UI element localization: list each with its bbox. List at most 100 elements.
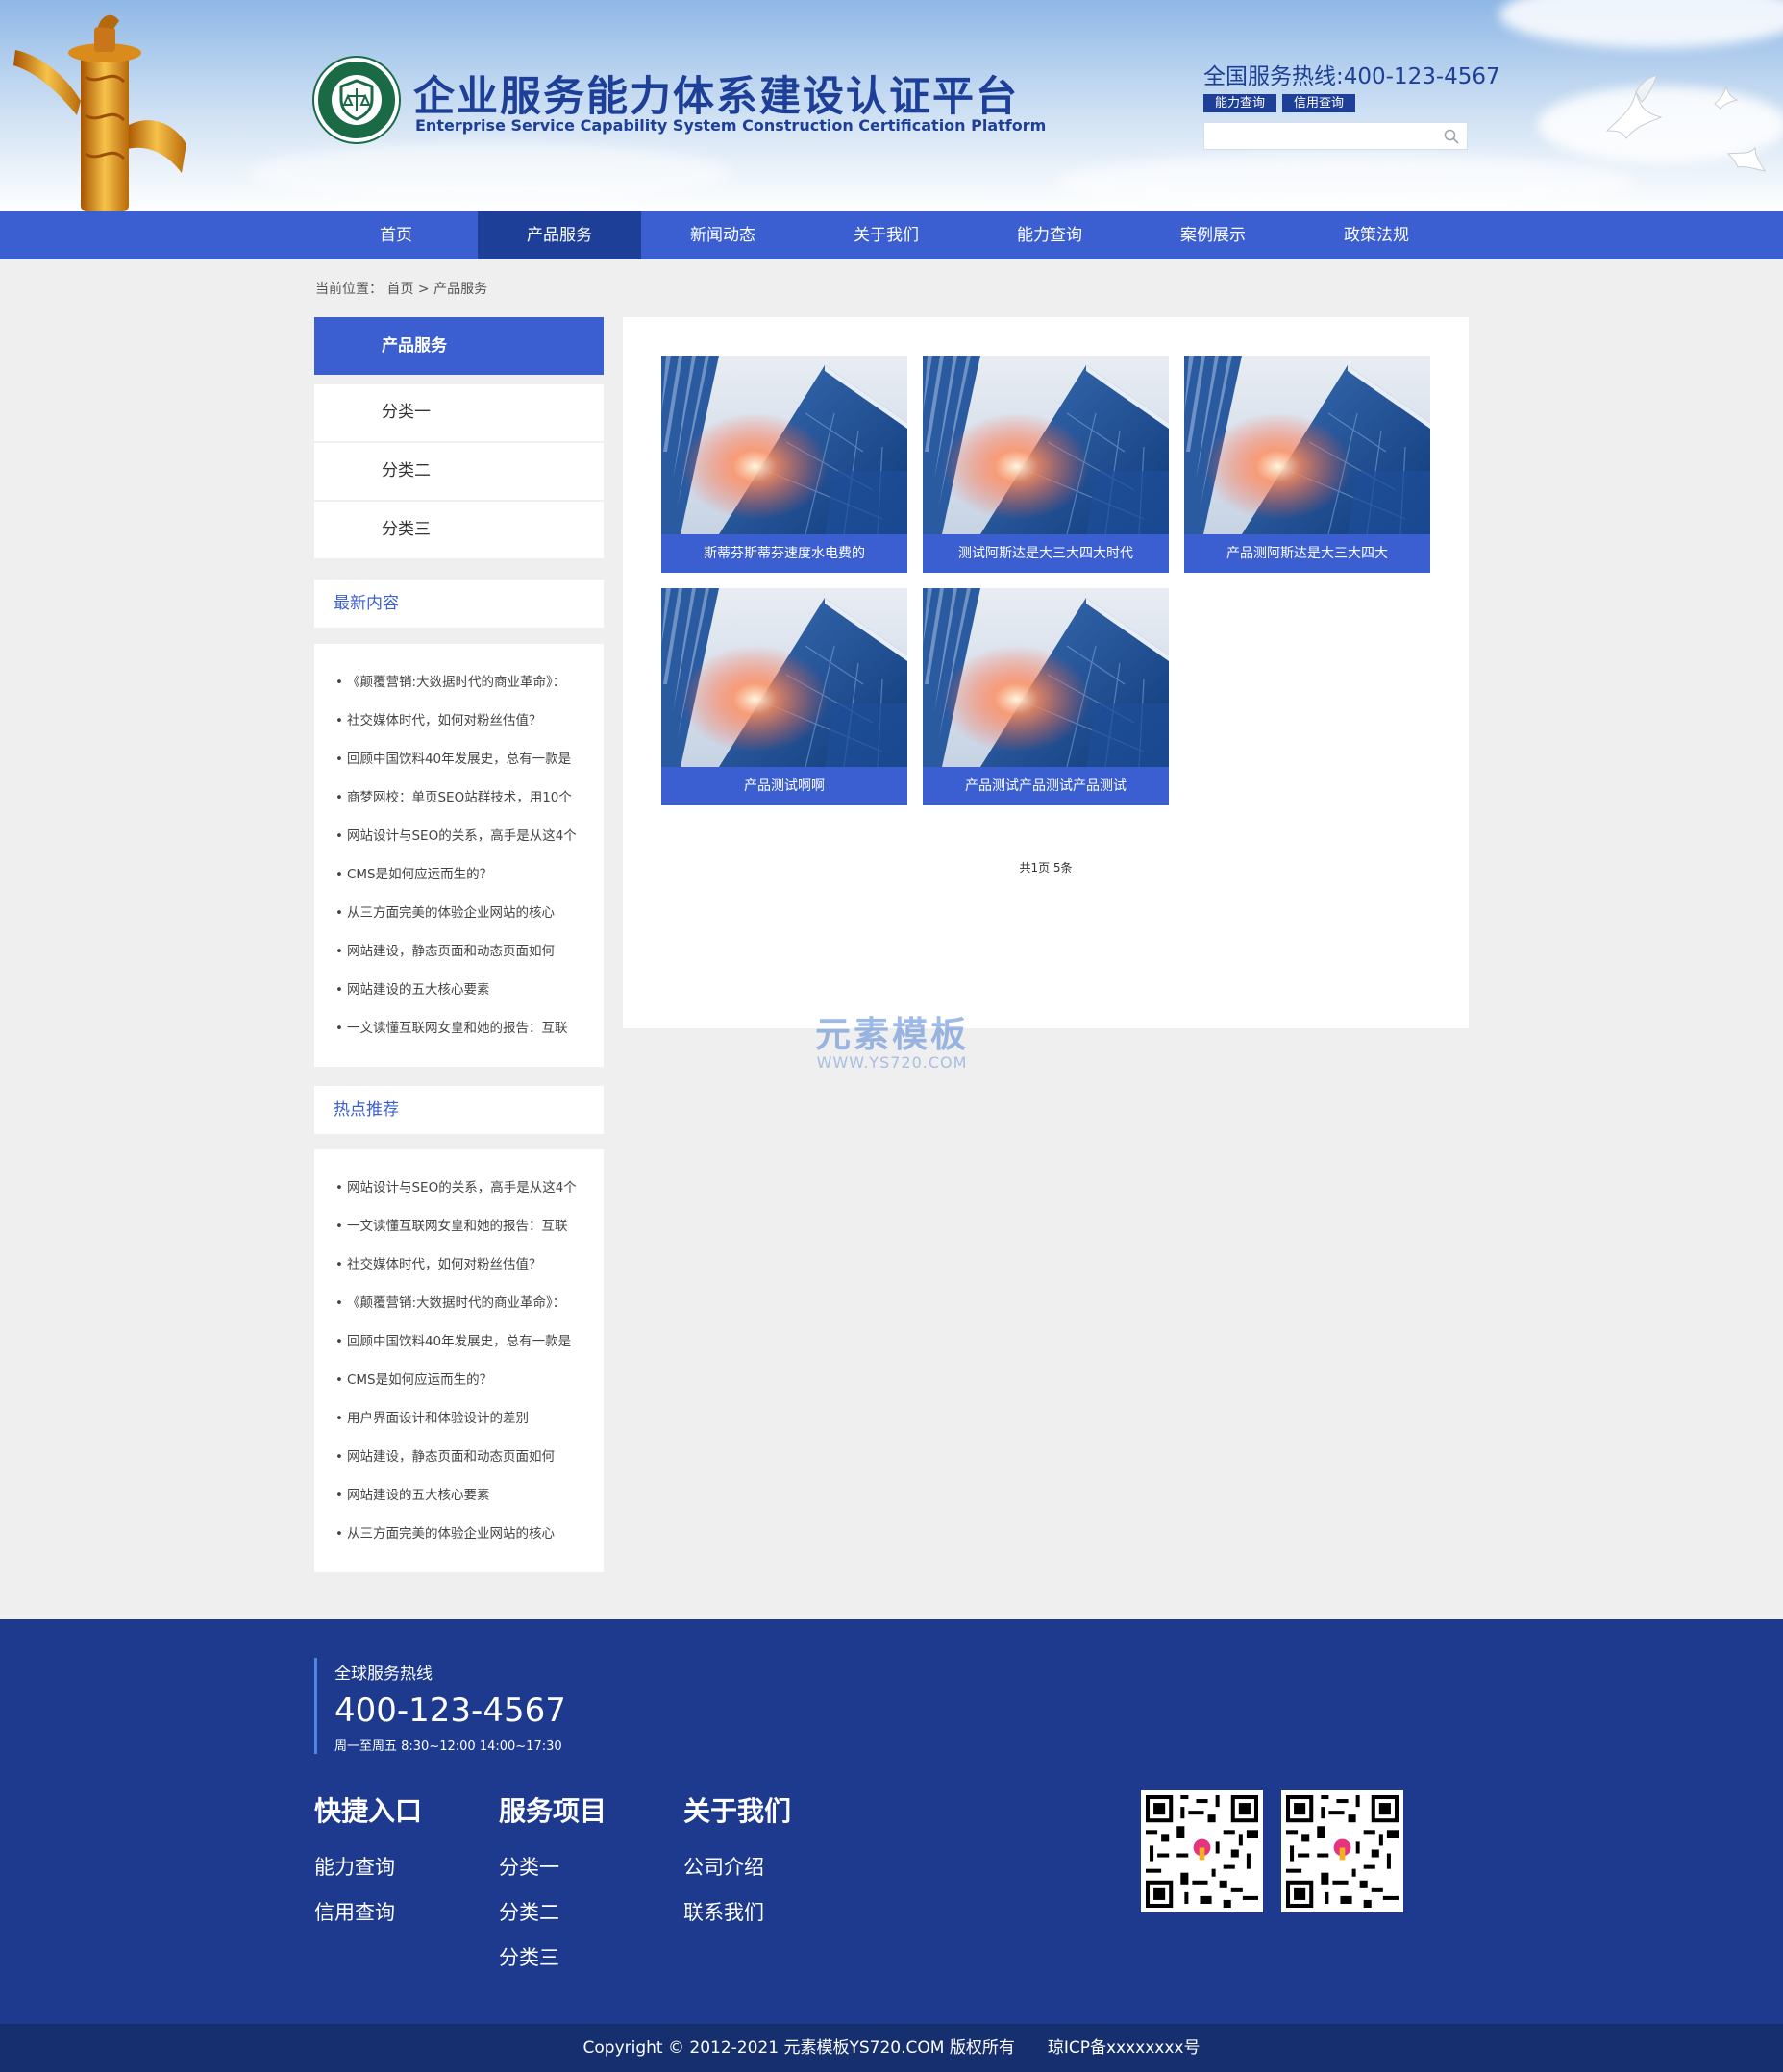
list-item[interactable]: 商梦网校：单页SEO站群技术，用10个 <box>314 778 604 817</box>
list-item[interactable]: 网站设计与SEO的关系，高手是从这4个 <box>314 817 604 855</box>
list-item[interactable]: 网站建设，静态页面和动态页面如何 <box>314 932 604 971</box>
footer-link[interactable]: 分类二 <box>499 1897 607 1942</box>
footer-link[interactable]: 信用查询 <box>314 1897 422 1942</box>
nav-policies[interactable]: 政策法规 <box>1295 211 1458 259</box>
qr-code <box>1281 1790 1403 1912</box>
list-item[interactable]: 社交媒体时代，如何对粉丝估值？ <box>314 1246 604 1284</box>
footer-link[interactable]: 联系我们 <box>683 1897 791 1942</box>
seal-inner <box>332 75 382 125</box>
footer-col-quick-entry: 快捷入口 能力查询 信用查询 <box>314 1790 422 1942</box>
building-photo-icon <box>923 356 1169 534</box>
header-quick-buttons: 能力查询 信用查询 <box>1203 94 1356 112</box>
site-subtitle: Enterprise Service Capability System Con… <box>415 116 1047 135</box>
latest-content-list: 《颠覆营销:大数据时代的商业革命》： 社交媒体时代，如何对粉丝估值？ 回顾中国饮… <box>314 644 604 1067</box>
list-item[interactable]: 网站建设的五大核心要素 <box>314 1476 604 1515</box>
list-item[interactable]: 回顾中国饮料40年发展史，总有一款是 <box>314 1322 604 1361</box>
icp-number[interactable]: 琼ICP备xxxxxxxx号 <box>1048 2038 1201 2058</box>
watermark: 元素模板 WWW.YS720.COM <box>815 1005 969 1072</box>
main-nav: 首页 产品服务 新闻动态 关于我们 能力查询 案例展示 政策法规 <box>0 211 1783 259</box>
building-photo-icon <box>923 588 1169 767</box>
dove-icon <box>1726 146 1766 172</box>
product-card[interactable]: 产品测阿斯达是大三大四大 <box>1184 356 1430 573</box>
sidebar-item-category-3[interactable]: 分类三 <box>314 502 604 558</box>
product-card[interactable]: 产品测试啊啊 <box>661 588 907 805</box>
shield-scale-icon <box>339 79 374 121</box>
dove-icon <box>1605 74 1663 139</box>
copyright-bar: Copyright © 2012-2021 元素模板YS720.COM 版权所有… <box>0 2024 1783 2072</box>
watermark-text: 元素模板 <box>815 1014 969 1055</box>
qr-code-icon <box>1286 1795 1399 1908</box>
footer-link[interactable]: 能力查询 <box>314 1852 422 1897</box>
list-item[interactable]: 一文读懂互联网女皇和她的报告：互联 <box>314 1009 604 1048</box>
nav-news[interactable]: 新闻动态 <box>641 211 805 259</box>
list-item[interactable]: 从三方面完美的体验企业网站的核心 <box>314 1515 604 1553</box>
header-hotline: 全国服务热线:400-123-4567 <box>1203 64 1500 89</box>
list-item[interactable]: CMS是如何应运而生的？ <box>314 1361 604 1399</box>
latest-content-title: 最新内容 <box>314 580 604 628</box>
footer-col-title: 快捷入口 <box>314 1795 423 1827</box>
list-item[interactable]: CMS是如何应运而生的？ <box>314 855 604 894</box>
watermark-url: WWW.YS720.COM <box>816 1053 968 1072</box>
sidebar-section-title[interactable]: 产品服务 <box>314 317 604 375</box>
search-input[interactable] <box>1204 123 1435 149</box>
cloud-decoration <box>1057 154 1634 211</box>
building-photo-icon <box>1184 356 1430 534</box>
product-list-panel: 斯蒂芬斯蒂芬速度水电费的 测试阿斯达是大三大四大时代 产品测阿斯达是大三大四大 … <box>623 317 1469 1028</box>
hot-recommend-title: 热点推荐 <box>314 1086 604 1134</box>
credit-query-button[interactable]: 信用查询 <box>1282 94 1356 112</box>
qr-code <box>1141 1790 1263 1912</box>
search-box <box>1203 122 1468 150</box>
site-header: 企业服务能力体系建设认证平台 Enterprise Service Capabi… <box>0 0 1783 211</box>
product-card[interactable]: 产品测试产品测试产品测试 <box>923 588 1169 805</box>
footer-hotline: 全球服务热线 400-123-4567 周一至周五 8:30~12:00 14:… <box>314 1658 566 1754</box>
list-item[interactable]: 《颠覆营销:大数据时代的商业革命》： <box>314 663 604 702</box>
product-card[interactable]: 斯蒂芬斯蒂芬速度水电费的 <box>661 356 907 573</box>
certification-seal-logo[interactable] <box>314 58 399 142</box>
product-caption[interactable]: 产品测阿斯达是大三大四大 <box>1184 534 1430 573</box>
list-item[interactable]: 《颠覆营销:大数据时代的商业革命》： <box>314 1284 604 1322</box>
breadcrumb[interactable]: 当前位置： 首页 > 产品服务 <box>315 279 487 298</box>
dove-icon <box>1714 86 1738 110</box>
product-caption[interactable]: 产品测试啊啊 <box>661 767 907 805</box>
product-caption[interactable]: 产品测试产品测试产品测试 <box>923 767 1169 805</box>
building-photo-icon <box>661 588 907 767</box>
search-icon[interactable] <box>1444 129 1459 144</box>
hot-recommend-list: 网站设计与SEO的关系，高手是从这4个 一文读懂互联网女皇和她的报告：互联 社交… <box>314 1149 604 1572</box>
footer-hotline-label: 全球服务热线 <box>334 1665 433 1684</box>
footer-link[interactable]: 公司介绍 <box>683 1852 791 1897</box>
cloud-decoration <box>1499 0 1783 48</box>
qr-code-icon <box>1146 1795 1258 1908</box>
footer-col-about: 关于我们 公司介绍 联系我们 <box>683 1790 791 1942</box>
huabiao-pillar-icon <box>13 14 186 211</box>
list-item[interactable]: 回顾中国饮料40年发展史，总有一款是 <box>314 740 604 778</box>
list-item[interactable]: 网站建设，静态页面和动态页面如何 <box>314 1438 604 1476</box>
copyright-text: Copyright © 2012-2021 元素模板YS720.COM 版权所有 <box>582 2038 1015 2058</box>
footer-link[interactable]: 分类一 <box>499 1852 607 1897</box>
footer-service-hours: 周一至周五 8:30~12:00 14:00~17:30 <box>334 1739 562 1754</box>
pagination-info: 共1页 5条 <box>1019 861 1073 875</box>
footer-col-title: 服务项目 <box>499 1795 607 1827</box>
product-caption[interactable]: 斯蒂芬斯蒂芬速度水电费的 <box>661 534 907 573</box>
site-title: 企业服务能力体系建设认证平台 <box>413 73 1019 121</box>
list-item[interactable]: 一文读懂互联网女皇和她的报告：互联 <box>314 1207 604 1246</box>
nav-products[interactable]: 产品服务 <box>478 211 641 259</box>
sidebar-item-category-2[interactable]: 分类二 <box>314 443 604 500</box>
list-item[interactable]: 网站设计与SEO的关系，高手是从这4个 <box>314 1169 604 1207</box>
list-item[interactable]: 社交媒体时代，如何对粉丝估值？ <box>314 702 604 740</box>
product-card[interactable]: 测试阿斯达是大三大四大时代 <box>923 356 1169 573</box>
nav-capability-query[interactable]: 能力查询 <box>968 211 1131 259</box>
footer-hotline-number: 400-123-4567 <box>334 1691 566 1730</box>
list-item[interactable]: 网站建设的五大核心要素 <box>314 971 604 1009</box>
building-photo-icon <box>661 356 907 534</box>
capability-query-button[interactable]: 能力查询 <box>1203 94 1277 112</box>
site-footer: 全球服务热线 400-123-4567 周一至周五 8:30~12:00 14:… <box>0 1619 1783 2024</box>
nav-home[interactable]: 首页 <box>314 211 478 259</box>
list-item[interactable]: 从三方面完美的体验企业网站的核心 <box>314 894 604 932</box>
sidebar-item-category-1[interactable]: 分类一 <box>314 384 604 441</box>
nav-cases[interactable]: 案例展示 <box>1131 211 1295 259</box>
footer-link[interactable]: 分类三 <box>499 1942 607 1987</box>
footer-col-title: 关于我们 <box>683 1795 792 1827</box>
nav-about[interactable]: 关于我们 <box>805 211 968 259</box>
product-caption[interactable]: 测试阿斯达是大三大四大时代 <box>923 534 1169 573</box>
list-item[interactable]: 用户界面设计和体验设计的差别 <box>314 1399 604 1438</box>
